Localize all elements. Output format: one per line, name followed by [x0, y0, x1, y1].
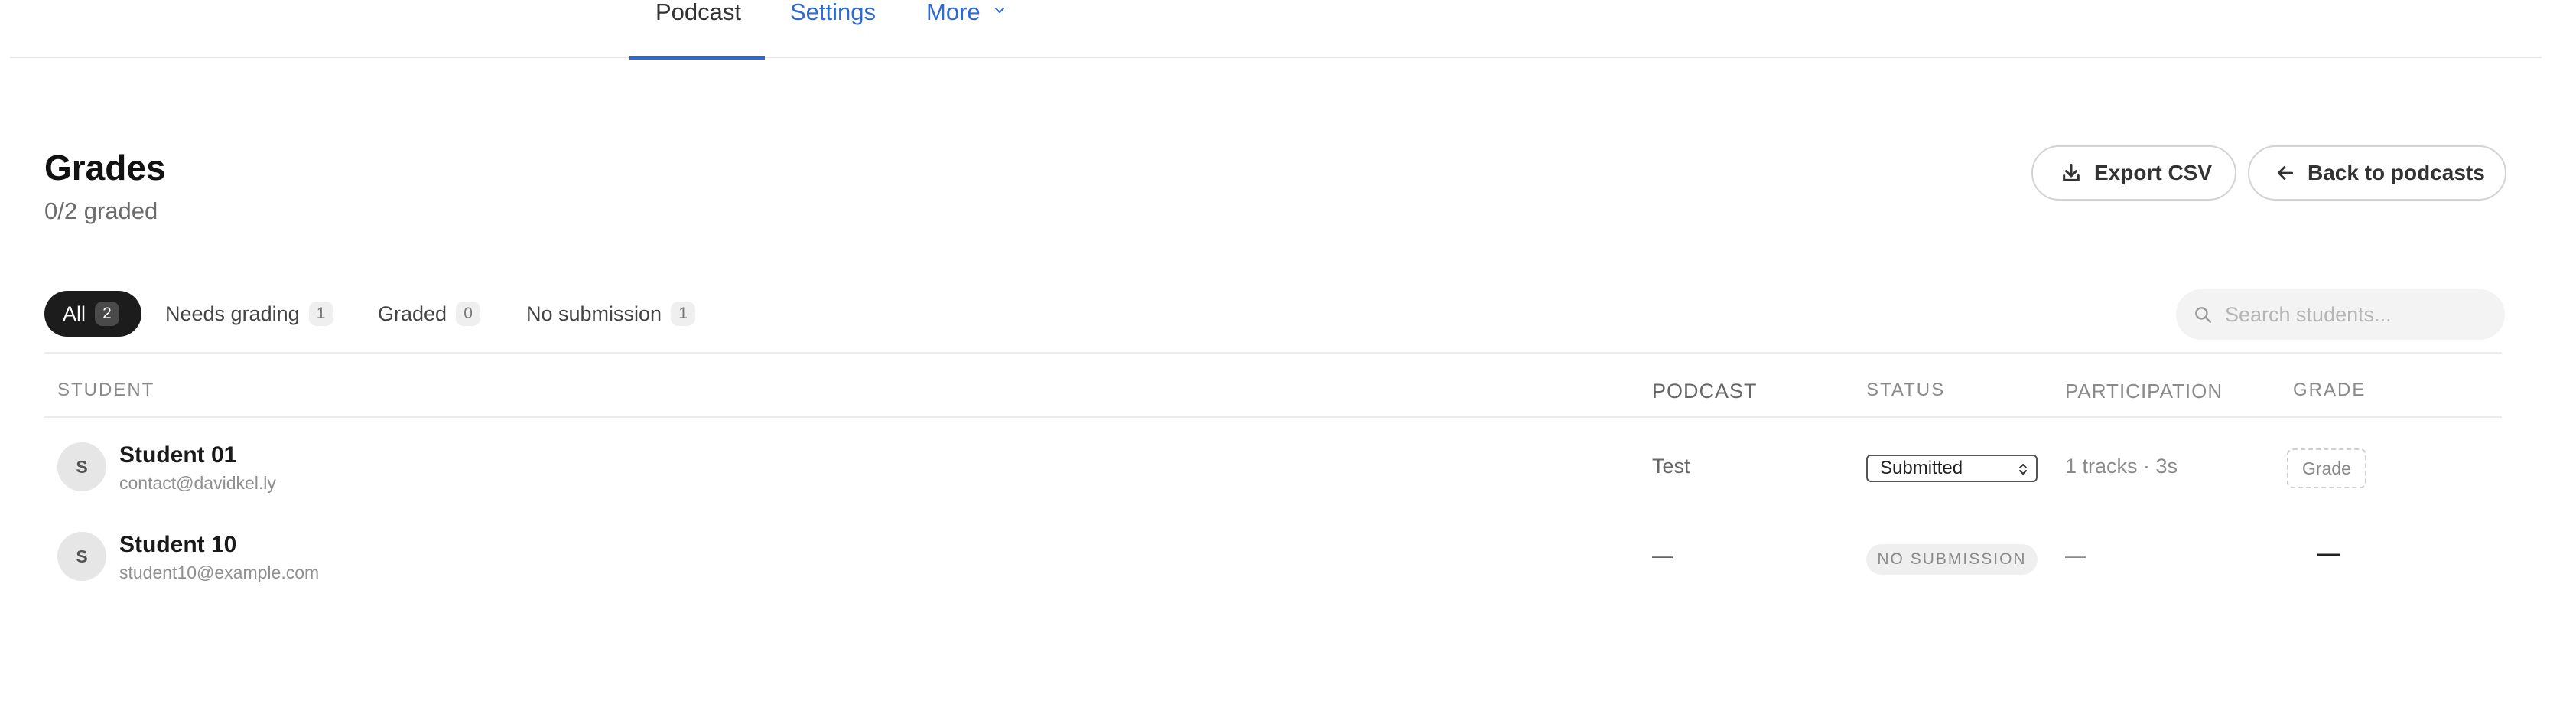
grade-cell: —: [2317, 541, 2340, 566]
filter-needs-grading-label: Needs grading: [165, 302, 300, 325]
tab-more-label: More: [926, 0, 981, 25]
tab-settings-label: Settings: [790, 0, 877, 25]
column-header-status: Status: [1866, 380, 1946, 400]
search-input[interactable]: [2225, 302, 2500, 327]
active-tab-indicator: [629, 56, 765, 60]
podcast-cell: Test: [1652, 455, 1690, 478]
student-name: Student 01: [119, 442, 237, 468]
participation-cell: 1 tracks · 3s: [2065, 455, 2178, 478]
filter-graded-count: 0: [456, 302, 481, 326]
tab-podcast-label: Podcast: [655, 0, 742, 25]
tab-podcast[interactable]: Podcast: [629, 0, 765, 60]
status-select[interactable]: Submitted: [1866, 455, 2038, 482]
table-row[interactable]: S Student 10 student10@example.com — NO …: [44, 515, 2502, 599]
export-csv-label: Export CSV: [2094, 161, 2213, 184]
search-box[interactable]: [2176, 289, 2505, 340]
column-header-grade: Grade: [2293, 380, 2366, 400]
back-to-podcasts-label: Back to podcasts: [2308, 161, 2485, 184]
download-icon: [2063, 163, 2080, 181]
filter-graded-label: Graded: [378, 302, 447, 325]
status-select-value: Submitted: [1880, 458, 1963, 478]
grade-button[interactable]: Grade: [2287, 448, 2366, 488]
table-header-divider: [44, 416, 2502, 418]
filter-no-submission-count: 1: [671, 302, 696, 326]
chevron-down-icon: [995, 8, 1004, 13]
column-header-student: Student: [57, 380, 155, 400]
podcast-cell: —: [1652, 544, 1673, 567]
filter-all-count: 2: [95, 302, 120, 326]
page-title: Grades: [44, 148, 166, 188]
filter-all[interactable]: All 2: [44, 291, 141, 337]
select-arrows-icon: [2019, 464, 2027, 475]
search-icon: [2195, 307, 2211, 323]
export-csv-button[interactable]: Export CSV: [2031, 145, 2236, 201]
avatar: S: [57, 442, 106, 491]
column-header-participation: Participation: [2065, 380, 2223, 403]
filter-needs-grading-count: 1: [308, 302, 333, 326]
avatar: S: [57, 532, 106, 581]
filter-no-submission-label: No submission: [526, 302, 662, 325]
top-nav: Podcast Settings More: [10, 0, 2542, 60]
table-top-divider: [44, 352, 2502, 354]
column-header-podcast: Podcast: [1652, 380, 1758, 403]
filter-graded[interactable]: Graded 0: [378, 291, 481, 337]
back-to-podcasts-button[interactable]: Back to podcasts: [2248, 145, 2506, 201]
arrow-left-icon: [2277, 166, 2294, 180]
status-badge: NO SUBMISSION: [1866, 544, 2038, 575]
student-email: contact@davidkel.ly: [119, 473, 276, 493]
participation-cell: —: [2065, 544, 2086, 567]
filter-no-submission[interactable]: No submission 1: [526, 291, 696, 337]
graded-summary: 0/2 graded: [44, 197, 158, 224]
filter-needs-grading[interactable]: Needs grading 1: [165, 291, 333, 337]
filter-all-label: All: [63, 302, 86, 325]
student-name: Student 10: [119, 532, 237, 557]
table-row[interactable]: S Student 01 contact@davidkel.ly Test Su…: [44, 426, 2502, 510]
student-email: student10@example.com: [119, 563, 320, 582]
